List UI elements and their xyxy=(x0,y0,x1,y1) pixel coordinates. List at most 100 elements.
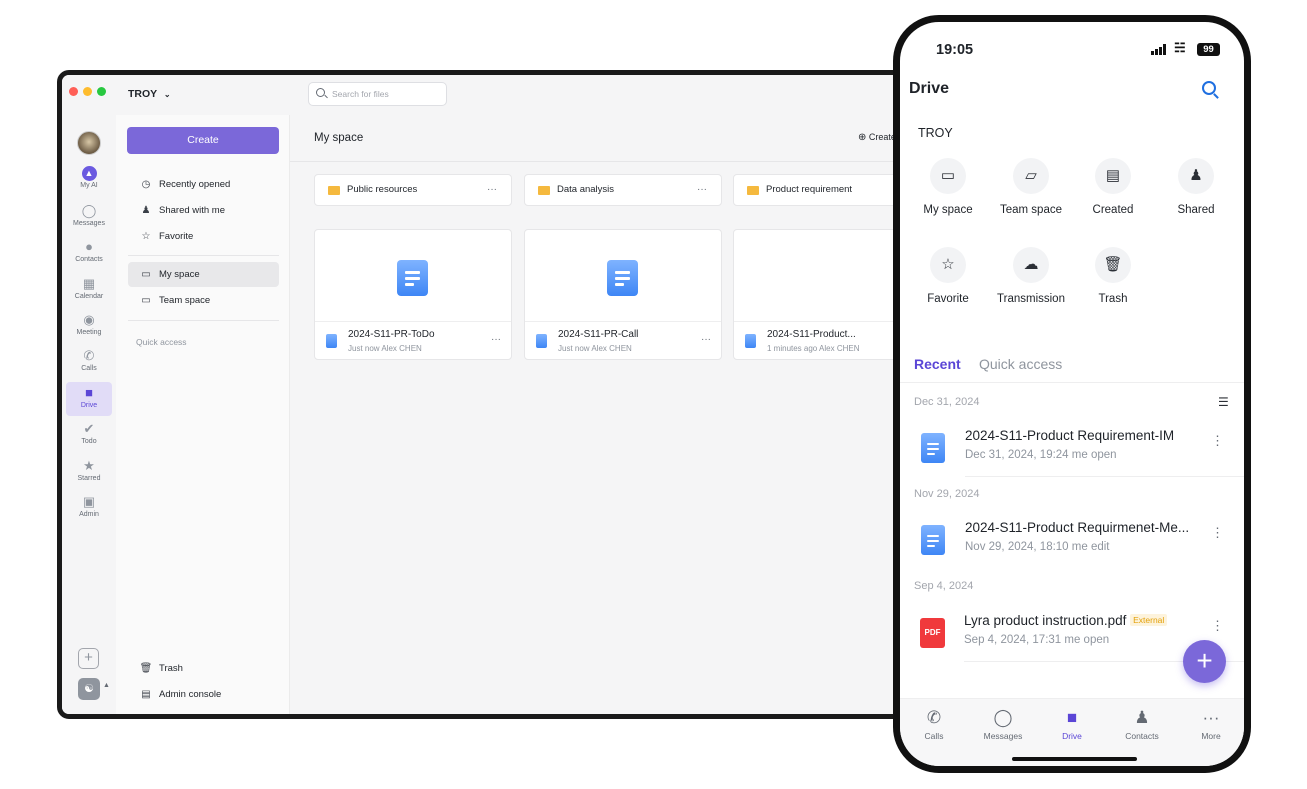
more-vertical-icon[interactable]: ⋮ xyxy=(1211,618,1224,634)
folder-icon xyxy=(538,186,550,195)
team-space-icon: ▱ xyxy=(1013,158,1049,194)
nav-divider xyxy=(128,320,279,321)
search-placeholder: Search for files xyxy=(332,89,389,99)
main-create-button[interactable]: ⊕ Create xyxy=(858,132,896,143)
doc-icon xyxy=(921,525,945,555)
recent-file-meta: Dec 31, 2024, 19:24 me open xyxy=(965,449,1117,461)
quick-created[interactable]: ▤ Created xyxy=(1073,158,1153,216)
add-fab-button[interactable]: + xyxy=(1183,640,1226,683)
more-icon[interactable]: ··· xyxy=(487,175,497,205)
rail-item-contacts[interactable]: ● Contacts xyxy=(66,236,112,270)
create-button[interactable]: Create xyxy=(127,127,279,154)
workspace-switcher[interactable]: TROY ⌄ xyxy=(128,88,171,100)
my-space-icon: ▭ xyxy=(141,269,151,280)
rail-item-starred[interactable]: ★ Starred xyxy=(66,455,112,489)
more-icon[interactable]: ··· xyxy=(701,334,711,345)
quick-access-label: Quick access xyxy=(136,337,187,347)
doc-icon xyxy=(326,334,337,348)
quick-team-space[interactable]: ▱ Team space xyxy=(991,158,1071,216)
nav-trash[interactable]: 🗑 Trash xyxy=(128,656,279,681)
workspace-name: TROY xyxy=(128,88,157,100)
add-app-button[interactable]: + xyxy=(78,648,99,669)
recent-file-meta: Nov 29, 2024, 18:10 me edit xyxy=(965,541,1110,553)
more-vertical-icon[interactable]: ⋮ xyxy=(1211,433,1224,449)
rail-item-todo[interactable]: ✔ Todo xyxy=(66,418,112,452)
bottom-tab-contacts[interactable]: ♟ Contacts xyxy=(1107,707,1177,741)
rail-item-messages[interactable]: ◯ Messages xyxy=(66,200,112,234)
quick-trash[interactable]: 🗑 Trash xyxy=(1073,247,1153,305)
nav-favorite[interactable]: ☆ Favorite xyxy=(128,224,279,249)
calendar-icon: ▦ xyxy=(82,276,96,291)
folder-item[interactable]: Data analysis ··· xyxy=(524,174,722,206)
folder-icon xyxy=(328,186,340,195)
nav-recently-opened[interactable]: ◷ Recently opened xyxy=(128,172,279,197)
recent-file-title: 2024-S11-Product Requirmenet-Me... xyxy=(965,520,1190,535)
rail-item-admin[interactable]: ▣ Admin xyxy=(66,491,112,525)
page-title: My space xyxy=(314,132,364,144)
tab-quick-access[interactable]: Quick access xyxy=(979,356,1062,372)
file-card[interactable]: 2024-S11-Product... 1 minutes ago Alex C… xyxy=(733,229,902,360)
desktop-window: TROY ⌄ Search for files ▲ My AI ◯ Messages… xyxy=(57,70,907,719)
quick-transmission[interactable]: ☁ Transmission xyxy=(991,247,1071,305)
folder-item[interactable]: Public resources ··· xyxy=(314,174,512,206)
recent-file-title: Lyra product instruction.pdf External xyxy=(964,613,1168,628)
maximize-window-button[interactable] xyxy=(97,87,106,96)
ai-icon: ▲ xyxy=(81,166,97,181)
file-card[interactable]: 2024-S11-PR-ToDo Just now Alex CHEN ··· xyxy=(314,229,512,360)
close-window-button[interactable] xyxy=(69,87,78,96)
nav-shared-with-me[interactable]: ♟ Shared with me xyxy=(128,198,279,223)
admin-console-icon: ▤ xyxy=(141,689,151,700)
caret-up-icon[interactable]: ▲ xyxy=(103,682,110,689)
header-divider xyxy=(290,161,902,162)
file-thumbnail xyxy=(525,230,721,322)
quick-favorite[interactable]: ☆ Favorite xyxy=(908,247,988,305)
file-thumbnail xyxy=(734,230,902,322)
bottom-tab-calls[interactable]: ✆ Calls xyxy=(900,707,969,741)
search-icon-handle xyxy=(1213,93,1219,99)
messages-icon: ◯ xyxy=(81,203,97,218)
desktop-topbar: TROY ⌄ Search for files xyxy=(62,75,902,115)
bottom-tab-messages[interactable]: ◯ Messages xyxy=(968,707,1038,741)
rail-item-meeting[interactable]: ◉ Meeting xyxy=(66,309,112,343)
drive-icon: ■ xyxy=(85,385,93,400)
rail-item-my-ai[interactable]: ▲ My AI xyxy=(66,163,112,197)
bookmark-icon: ☆ xyxy=(141,231,151,242)
more-vertical-icon[interactable]: ⋮ xyxy=(1211,525,1224,541)
file-card[interactable]: 2024-S11-PR-Call Just now Alex CHEN ··· xyxy=(524,229,722,360)
nav-my-space[interactable]: ▭ My space xyxy=(128,262,279,287)
nav-admin-console[interactable]: ▤ Admin console xyxy=(128,682,279,707)
quick-my-space[interactable]: ▭ My space xyxy=(908,158,988,216)
rail-item-calendar[interactable]: ▦ Calendar xyxy=(66,273,112,307)
tabs-divider xyxy=(900,382,1244,383)
more-icon[interactable]: ··· xyxy=(491,334,501,345)
external-badge: External xyxy=(1130,614,1168,626)
team-space-icon: ▭ xyxy=(141,295,151,306)
trash-icon: 🗑 xyxy=(1095,247,1131,283)
home-indicator xyxy=(1012,757,1137,761)
phone-page-title: Drive xyxy=(909,80,950,97)
rail-item-calls[interactable]: ✆ Calls xyxy=(66,345,112,379)
search-box[interactable]: Search for files xyxy=(308,82,447,106)
avatar[interactable] xyxy=(77,131,101,155)
folder-item[interactable]: Product requirement xyxy=(733,174,902,206)
calls-icon: ✆ xyxy=(83,348,95,363)
recent-file-meta: Sep 4, 2024, 17:31 me open xyxy=(964,634,1110,646)
quick-shared[interactable]: ♟ Shared xyxy=(1156,158,1236,216)
signal-icon xyxy=(1151,44,1171,55)
recent-file-title: 2024-S11-Product Requirement-IM xyxy=(965,428,1175,443)
nav-team-space[interactable]: ▭ Team space xyxy=(128,288,279,313)
list-view-icon[interactable]: ☰ xyxy=(1218,395,1229,409)
bottom-tab-more[interactable]: ··· More xyxy=(1176,707,1244,741)
doc-icon xyxy=(536,334,547,348)
org-switcher-icon[interactable]: ☯ xyxy=(78,678,100,700)
file-name: 2024-S11-PR-ToDo xyxy=(348,329,435,340)
doc-icon xyxy=(745,334,756,348)
row-divider xyxy=(965,476,1244,477)
drive-icon: ■ xyxy=(1066,708,1078,727)
rail-item-drive[interactable]: ■ Drive xyxy=(66,382,112,416)
star-icon: ★ xyxy=(83,458,95,473)
tab-recent[interactable]: Recent xyxy=(914,356,961,372)
more-icon[interactable]: ··· xyxy=(697,175,707,205)
bottom-tab-drive[interactable]: ■ Drive xyxy=(1037,707,1107,741)
minimize-window-button[interactable] xyxy=(83,87,92,96)
